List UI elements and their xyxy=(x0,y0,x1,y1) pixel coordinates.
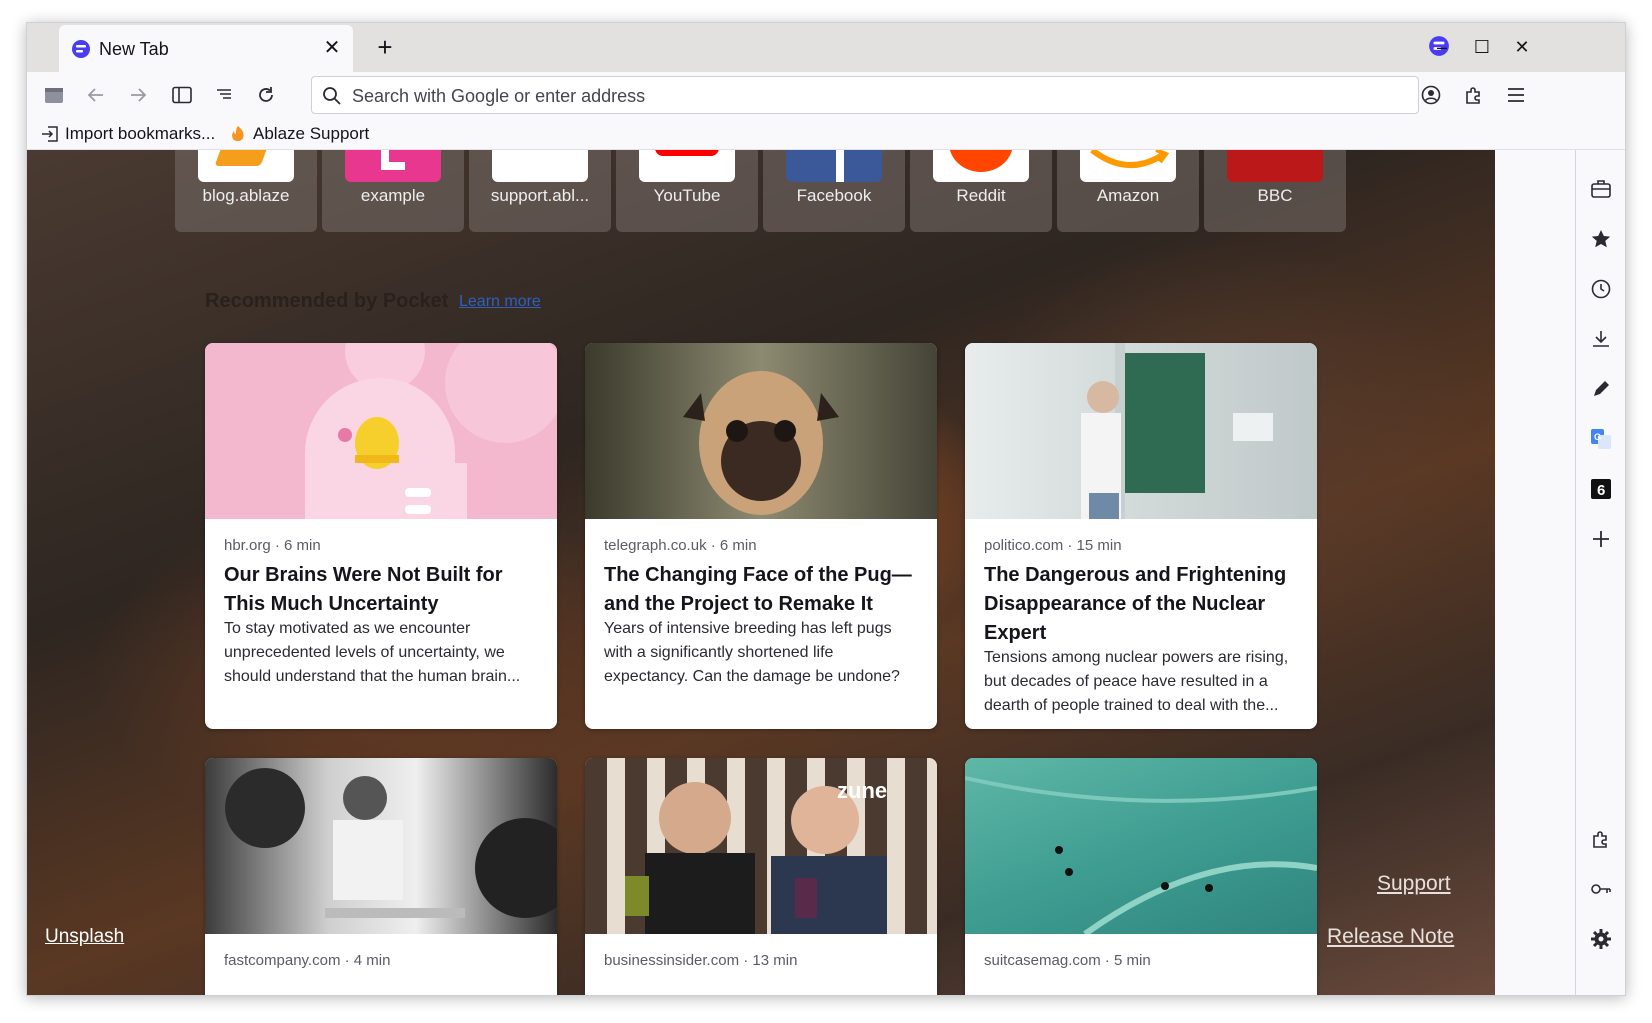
story-title: The Dangerous and Frightening Disappeara… xyxy=(984,564,1287,644)
address-placeholder: Search with Google or enter address xyxy=(352,86,646,106)
zune-logo-icon: zune xyxy=(837,778,887,803)
story-source: hbr.org · 6 min xyxy=(224,537,321,554)
story-source: businessinsider.com · 13 min xyxy=(604,952,798,969)
amazon-icon xyxy=(1080,150,1176,182)
close-tab-icon[interactable]: ✕ xyxy=(321,37,343,59)
new-tab-button[interactable]: + xyxy=(370,33,400,63)
top-site-tile[interactable]: support.abl... xyxy=(469,150,611,232)
story-excerpt: To stay motivated as we encounter unprec… xyxy=(224,620,521,685)
tab-new-tab[interactable]: New Tab ✕ xyxy=(59,25,353,72)
bookmarks-toolbar: Import bookmarks... Ablaze Support xyxy=(27,118,1625,150)
support-link[interactable]: Support xyxy=(1377,872,1451,896)
top-site-tile[interactable]: Facebook xyxy=(763,150,905,232)
top-site-label: support.abl... xyxy=(490,186,590,205)
sidebar-collapse-icon[interactable] xyxy=(37,78,71,112)
new-tab-page: blog.ablaze example support.abl... YouTu… xyxy=(27,150,1495,995)
pencil-notes-icon[interactable] xyxy=(1589,377,1613,401)
minimize-button[interactable]: – xyxy=(1427,33,1457,61)
svg-text:G: G xyxy=(1594,432,1601,442)
forward-arrow-icon[interactable] xyxy=(121,78,155,112)
maximize-button[interactable]: ☐ xyxy=(1467,33,1497,61)
sidebar-extensions-icon[interactable] xyxy=(1589,827,1613,851)
unsplash-link[interactable]: Unsplash xyxy=(45,926,124,948)
top-site-tile[interactable]: Amazon xyxy=(1057,150,1199,232)
story-excerpt: Tensions among nuclear powers are rising… xyxy=(984,649,1289,714)
pocket-learn-more-link[interactable]: Learn more xyxy=(459,293,541,311)
bookmark-label: Ablaze Support xyxy=(253,124,370,143)
svg-text:6: 6 xyxy=(1597,482,1605,499)
release-note-link[interactable]: Release Note xyxy=(1327,925,1454,949)
briefcase-icon[interactable] xyxy=(1589,177,1613,201)
youtube-icon xyxy=(639,150,735,182)
story-image: zune xyxy=(585,758,937,934)
story-image xyxy=(205,343,557,519)
story-excerpt: Years of intensive breeding has left pug… xyxy=(604,620,900,685)
bookmark-ablaze-support[interactable]: Ablaze Support xyxy=(229,122,369,146)
story-image xyxy=(965,343,1317,519)
story-image xyxy=(965,758,1317,934)
top-site-label: BBC xyxy=(1257,186,1293,205)
back-arrow-icon[interactable] xyxy=(79,78,113,112)
top-site-label: example xyxy=(360,186,426,205)
downloads-icon[interactable] xyxy=(1589,327,1613,351)
story-card[interactable]: politico.com · 15 min The Dangerous and … xyxy=(965,343,1317,729)
ablaze-logo-icon xyxy=(72,40,90,58)
extensions-icon[interactable] xyxy=(1457,78,1491,112)
pocket-heading: Recommended by Pocket xyxy=(205,290,449,312)
top-site-tile[interactable]: example xyxy=(322,150,464,232)
ablaze-flame-icon xyxy=(232,126,244,142)
top-site-label: Facebook xyxy=(796,186,872,205)
story-source: fastcompany.com · 4 min xyxy=(224,952,391,969)
top-site-label: Reddit xyxy=(956,186,1006,205)
story-source: suitcasemag.com · 5 min xyxy=(984,952,1151,969)
bookmarks-star-icon[interactable] xyxy=(1589,227,1613,251)
story-source: politico.com · 15 min xyxy=(984,537,1122,554)
top-site-tile[interactable]: BBC xyxy=(1204,150,1346,232)
story-card[interactable]: fastcompany.com · 4 min xyxy=(205,758,557,995)
close-window-button[interactable]: ✕ xyxy=(1507,33,1537,61)
story-card[interactable]: hbr.org · 6 min Our Brains Were Not Buil… xyxy=(205,343,557,729)
reload-icon[interactable] xyxy=(249,78,283,112)
story-image xyxy=(205,758,557,934)
top-site-label: Amazon xyxy=(1096,186,1160,205)
story-card[interactable]: zune businessinsider.com · 13 min xyxy=(585,758,937,995)
story-title: The Changing Face of the Pug—and the Pro… xyxy=(604,564,912,615)
story-card[interactable]: suitcasemag.com · 5 min xyxy=(965,758,1317,995)
history-clock-icon[interactable] xyxy=(1589,277,1613,301)
web-panel-icon[interactable]: 6 xyxy=(1589,477,1613,501)
add-panel-icon[interactable] xyxy=(1589,527,1613,551)
bookmark-import[interactable]: Import bookmarks... xyxy=(41,122,215,146)
settings-gear-icon[interactable] xyxy=(1589,927,1613,951)
tab-title: New Tab xyxy=(99,39,169,59)
top-site-tile[interactable]: blog.ablaze xyxy=(175,150,317,232)
story-card[interactable]: telegraph.co.uk · 6 min The Changing Fac… xyxy=(585,343,937,729)
address-bar[interactable]: Search with Google or enter address xyxy=(311,76,1419,114)
tab-strip: New Tab ✕ + – ☐ ✕ xyxy=(27,23,1625,72)
site-favicon xyxy=(492,150,588,182)
story-title: Our Brains Were Not Built for This Much … xyxy=(224,564,503,615)
menu-icon[interactable] xyxy=(1499,78,1533,112)
story-source: telegraph.co.uk · 6 min xyxy=(604,537,757,554)
top-site-tile[interactable]: YouTube xyxy=(616,150,758,232)
search-icon xyxy=(323,87,341,105)
story-image xyxy=(585,343,937,519)
site-favicon xyxy=(345,150,441,182)
right-sidebar: G 6 xyxy=(1575,150,1625,995)
top-site-label: YouTube xyxy=(653,186,721,205)
tree-tabs-icon[interactable] xyxy=(207,78,241,112)
bbc-news-icon xyxy=(1227,150,1323,182)
reddit-icon xyxy=(933,150,1029,182)
google-translate-icon[interactable]: G xyxy=(1589,427,1613,451)
nav-toolbar: Search with Google or enter address xyxy=(27,72,1625,118)
site-favicon xyxy=(198,150,294,182)
key-icon[interactable] xyxy=(1589,877,1613,901)
bookmark-label: Import bookmarks... xyxy=(65,124,216,143)
import-icon xyxy=(42,126,58,142)
browser-window: New Tab ✕ + – ☐ ✕ Search with Google or … xyxy=(26,22,1626,996)
top-site-tile[interactable]: Reddit xyxy=(910,150,1052,232)
account-icon[interactable] xyxy=(1414,78,1448,112)
sidebar-toggle-icon[interactable] xyxy=(165,78,199,112)
top-site-label: blog.ablaze xyxy=(202,186,290,205)
facebook-icon xyxy=(786,150,882,182)
